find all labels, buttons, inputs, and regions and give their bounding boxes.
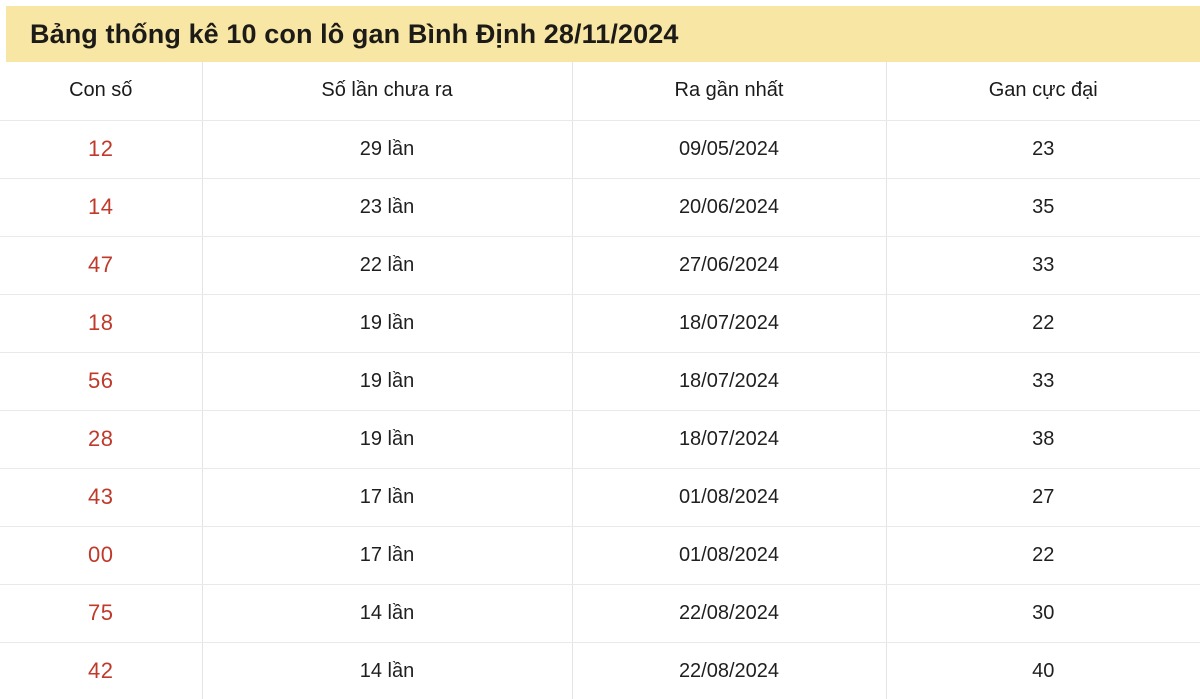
cell-number: 18 bbox=[0, 294, 203, 353]
table-row: 12 29 lần 09/05/2024 23 bbox=[0, 120, 1200, 179]
cell-max-gan: 40 bbox=[886, 642, 1200, 699]
cell-times-missing: 29 lần bbox=[202, 120, 573, 179]
cell-max-gan: 23 bbox=[886, 120, 1200, 179]
cell-last-appeared: 01/08/2024 bbox=[572, 526, 887, 585]
table-row: 18 19 lần 18/07/2024 22 bbox=[0, 294, 1200, 353]
cell-max-gan: 38 bbox=[886, 410, 1200, 469]
column-header-number: Con số bbox=[0, 62, 203, 121]
cell-times-missing: 23 lần bbox=[202, 178, 573, 237]
table-row: 43 17 lần 01/08/2024 27 bbox=[0, 468, 1200, 527]
cell-max-gan: 30 bbox=[886, 584, 1200, 643]
cell-times-missing: 19 lần bbox=[202, 294, 573, 353]
cell-max-gan: 33 bbox=[886, 236, 1200, 295]
column-header-times-missing: Số lần chưa ra bbox=[202, 62, 573, 121]
cell-last-appeared: 01/08/2024 bbox=[572, 468, 887, 527]
table-row: 28 19 lần 18/07/2024 38 bbox=[0, 410, 1200, 469]
cell-max-gan: 33 bbox=[886, 352, 1200, 411]
table-row: 56 19 lần 18/07/2024 33 bbox=[0, 352, 1200, 411]
cell-number: 42 bbox=[0, 642, 203, 699]
table-row: 42 14 lần 22/08/2024 40 bbox=[0, 642, 1200, 699]
title-banner: Bảng thống kê 10 con lô gan Bình Định 28… bbox=[6, 6, 1200, 62]
cell-number: 43 bbox=[0, 468, 203, 527]
cell-times-missing: 19 lần bbox=[202, 352, 573, 411]
cell-times-missing: 19 lần bbox=[202, 410, 573, 469]
table-body: 12 29 lần 09/05/2024 23 14 23 lần 20/06/… bbox=[0, 120, 1200, 699]
cell-number: 00 bbox=[0, 526, 203, 585]
cell-number: 56 bbox=[0, 352, 203, 411]
cell-number: 28 bbox=[0, 410, 203, 469]
lottery-stats-page: Bảng thống kê 10 con lô gan Bình Định 28… bbox=[0, 0, 1200, 699]
cell-last-appeared: 20/06/2024 bbox=[572, 178, 887, 237]
cell-last-appeared: 18/07/2024 bbox=[572, 294, 887, 353]
cell-max-gan: 27 bbox=[886, 468, 1200, 527]
cell-last-appeared: 22/08/2024 bbox=[572, 642, 887, 699]
cell-max-gan: 22 bbox=[886, 526, 1200, 585]
cell-last-appeared: 18/07/2024 bbox=[572, 352, 887, 411]
cell-last-appeared: 27/06/2024 bbox=[572, 236, 887, 295]
cell-times-missing: 17 lần bbox=[202, 526, 573, 585]
cell-last-appeared: 09/05/2024 bbox=[572, 120, 887, 179]
table-row: 47 22 lần 27/06/2024 33 bbox=[0, 236, 1200, 295]
cell-number: 12 bbox=[0, 120, 203, 179]
cell-number: 75 bbox=[0, 584, 203, 643]
table-header-row: Con số Số lần chưa ra Ra gần nhất Gan cự… bbox=[0, 62, 1200, 121]
column-header-max-gan: Gan cực đại bbox=[886, 62, 1200, 121]
cell-times-missing: 14 lần bbox=[202, 584, 573, 643]
cell-last-appeared: 22/08/2024 bbox=[572, 584, 887, 643]
cell-times-missing: 17 lần bbox=[202, 468, 573, 527]
table-row: 00 17 lần 01/08/2024 22 bbox=[0, 526, 1200, 585]
table-header: Con số Số lần chưa ra Ra gần nhất Gan cự… bbox=[0, 62, 1200, 121]
table-row: 75 14 lần 22/08/2024 30 bbox=[0, 584, 1200, 643]
cell-max-gan: 35 bbox=[886, 178, 1200, 237]
cell-last-appeared: 18/07/2024 bbox=[572, 410, 887, 469]
cell-number: 47 bbox=[0, 236, 203, 295]
page-title: Bảng thống kê 10 con lô gan Bình Định 28… bbox=[30, 18, 679, 49]
column-header-last-appeared: Ra gần nhất bbox=[572, 62, 887, 121]
cell-max-gan: 22 bbox=[886, 294, 1200, 353]
table-row: 14 23 lần 20/06/2024 35 bbox=[0, 178, 1200, 237]
cell-number: 14 bbox=[0, 178, 203, 237]
cell-times-missing: 22 lần bbox=[202, 236, 573, 295]
cell-times-missing: 14 lần bbox=[202, 642, 573, 699]
lo-gan-statistics-table: Con số Số lần chưa ra Ra gần nhất Gan cự… bbox=[0, 62, 1200, 699]
